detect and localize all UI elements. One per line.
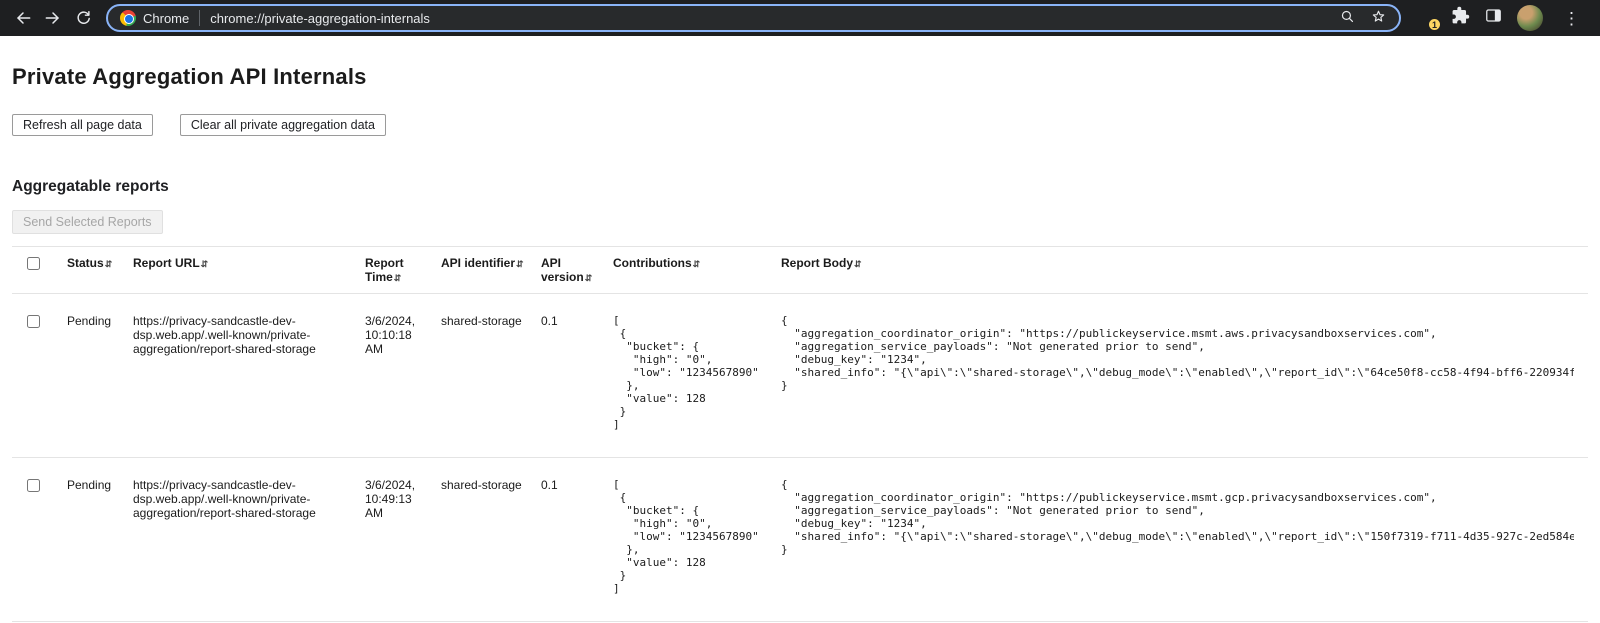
chrome-logo-icon [120, 10, 136, 26]
sort-icon: ⇵ [693, 259, 701, 269]
table-header-row: Status⇵ Report URL⇵ Report Time⇵ API ide… [12, 247, 1588, 294]
report-body-json: { "aggregation_coordinator_origin": "htt… [781, 314, 1574, 392]
status-cell: Pending [67, 294, 133, 458]
back-button[interactable] [8, 3, 38, 33]
reports-table: Status⇵ Report URL⇵ Report Time⇵ API ide… [12, 246, 1588, 622]
sort-icon: ⇵ [516, 259, 524, 269]
reload-icon [74, 9, 93, 28]
api-version-cell: 0.1 [541, 458, 613, 622]
page-title: Private Aggregation API Internals [12, 64, 1588, 90]
page-actions: Refresh all page data Clear all private … [12, 114, 1588, 136]
send-selected-reports-button[interactable]: Send Selected Reports [12, 210, 163, 234]
header-report-time[interactable]: Report Time⇵ [365, 247, 441, 294]
sort-icon: ⇵ [394, 273, 402, 283]
send-row: Send Selected Reports [12, 210, 1588, 234]
profile-avatar[interactable] [1517, 5, 1543, 31]
browser-toolbar: Chrome chrome://private-aggregation-inte… [0, 0, 1600, 36]
api-identifier-cell: shared-storage [441, 458, 541, 622]
clear-all-button[interactable]: Clear all private aggregation data [180, 114, 386, 136]
scheme-chip-label: Chrome [143, 11, 189, 26]
sort-icon: ⇵ [105, 259, 113, 269]
side-panel-icon[interactable] [1484, 6, 1503, 30]
report-time-cell: 3/6/2024, 10:49:13 AM [365, 458, 441, 622]
report-time-cell: 3/6/2024, 10:10:18 AM [365, 294, 441, 458]
omnibox-divider [199, 10, 200, 26]
forward-button[interactable] [38, 3, 68, 33]
row-select-cell [12, 458, 67, 622]
contributions-json: [ { "bucket": { "high": "0", "low": "123… [613, 314, 767, 431]
table-row: Pending https://privacy-sandcastle-dev-d… [12, 458, 1588, 622]
url-text[interactable]: chrome://private-aggregation-internals [210, 11, 1329, 26]
contributions-json: [ { "bucket": { "high": "0", "low": "123… [613, 478, 767, 595]
select-all-cell [12, 247, 67, 294]
refresh-all-button[interactable]: Refresh all page data [12, 114, 153, 136]
address-bar[interactable]: Chrome chrome://private-aggregation-inte… [106, 4, 1401, 32]
contributions-cell: [ { "bucket": { "high": "0", "low": "123… [613, 458, 781, 622]
sort-icon: ⇵ [201, 259, 209, 269]
api-version-cell: 0.1 [541, 294, 613, 458]
header-report-url[interactable]: Report URL⇵ [133, 247, 365, 294]
report-body-cell: { "aggregation_coordinator_origin": "htt… [781, 458, 1588, 622]
row-checkbox[interactable] [27, 479, 40, 492]
bookmark-star-icon[interactable] [1370, 8, 1387, 28]
pinned-extension-icon[interactable]: 1 [1417, 8, 1437, 28]
table-row: Pending https://privacy-sandcastle-dev-d… [12, 294, 1588, 458]
page-content: Private Aggregation API Internals Refres… [0, 36, 1600, 622]
report-url-cell: https://privacy-sandcastle-dev-dsp.web.a… [133, 294, 365, 458]
report-body-cell: { "aggregation_coordinator_origin": "htt… [781, 294, 1588, 458]
menu-kebab-icon[interactable]: ⋮ [1557, 6, 1586, 31]
row-select-cell [12, 294, 67, 458]
report-url-cell: https://privacy-sandcastle-dev-dsp.web.a… [133, 458, 365, 622]
api-identifier-cell: shared-storage [441, 294, 541, 458]
row-checkbox[interactable] [27, 315, 40, 328]
search-icon[interactable] [1339, 8, 1356, 28]
header-status[interactable]: Status⇵ [67, 247, 133, 294]
header-api-identifier[interactable]: API identifier⇵ [441, 247, 541, 294]
extensions-puzzle-icon[interactable] [1451, 6, 1470, 30]
header-report-body[interactable]: Report Body⇵ [781, 247, 1588, 294]
sort-icon: ⇵ [854, 259, 862, 269]
header-contributions[interactable]: Contributions⇵ [613, 247, 781, 294]
reload-button[interactable] [68, 3, 98, 33]
back-icon [13, 8, 33, 28]
report-body-json: { "aggregation_coordinator_origin": "htt… [781, 478, 1574, 556]
select-all-checkbox[interactable] [27, 257, 40, 270]
status-cell: Pending [67, 458, 133, 622]
sort-icon: ⇵ [585, 273, 593, 283]
header-api-version[interactable]: API version⇵ [541, 247, 613, 294]
section-title: Aggregatable reports [12, 178, 1588, 196]
forward-icon [43, 8, 63, 28]
contributions-cell: [ { "bucket": { "high": "0", "low": "123… [613, 294, 781, 458]
extension-badge: 1 [1428, 18, 1441, 31]
toolbar-right-cluster: 1 ⋮ [1411, 5, 1592, 31]
